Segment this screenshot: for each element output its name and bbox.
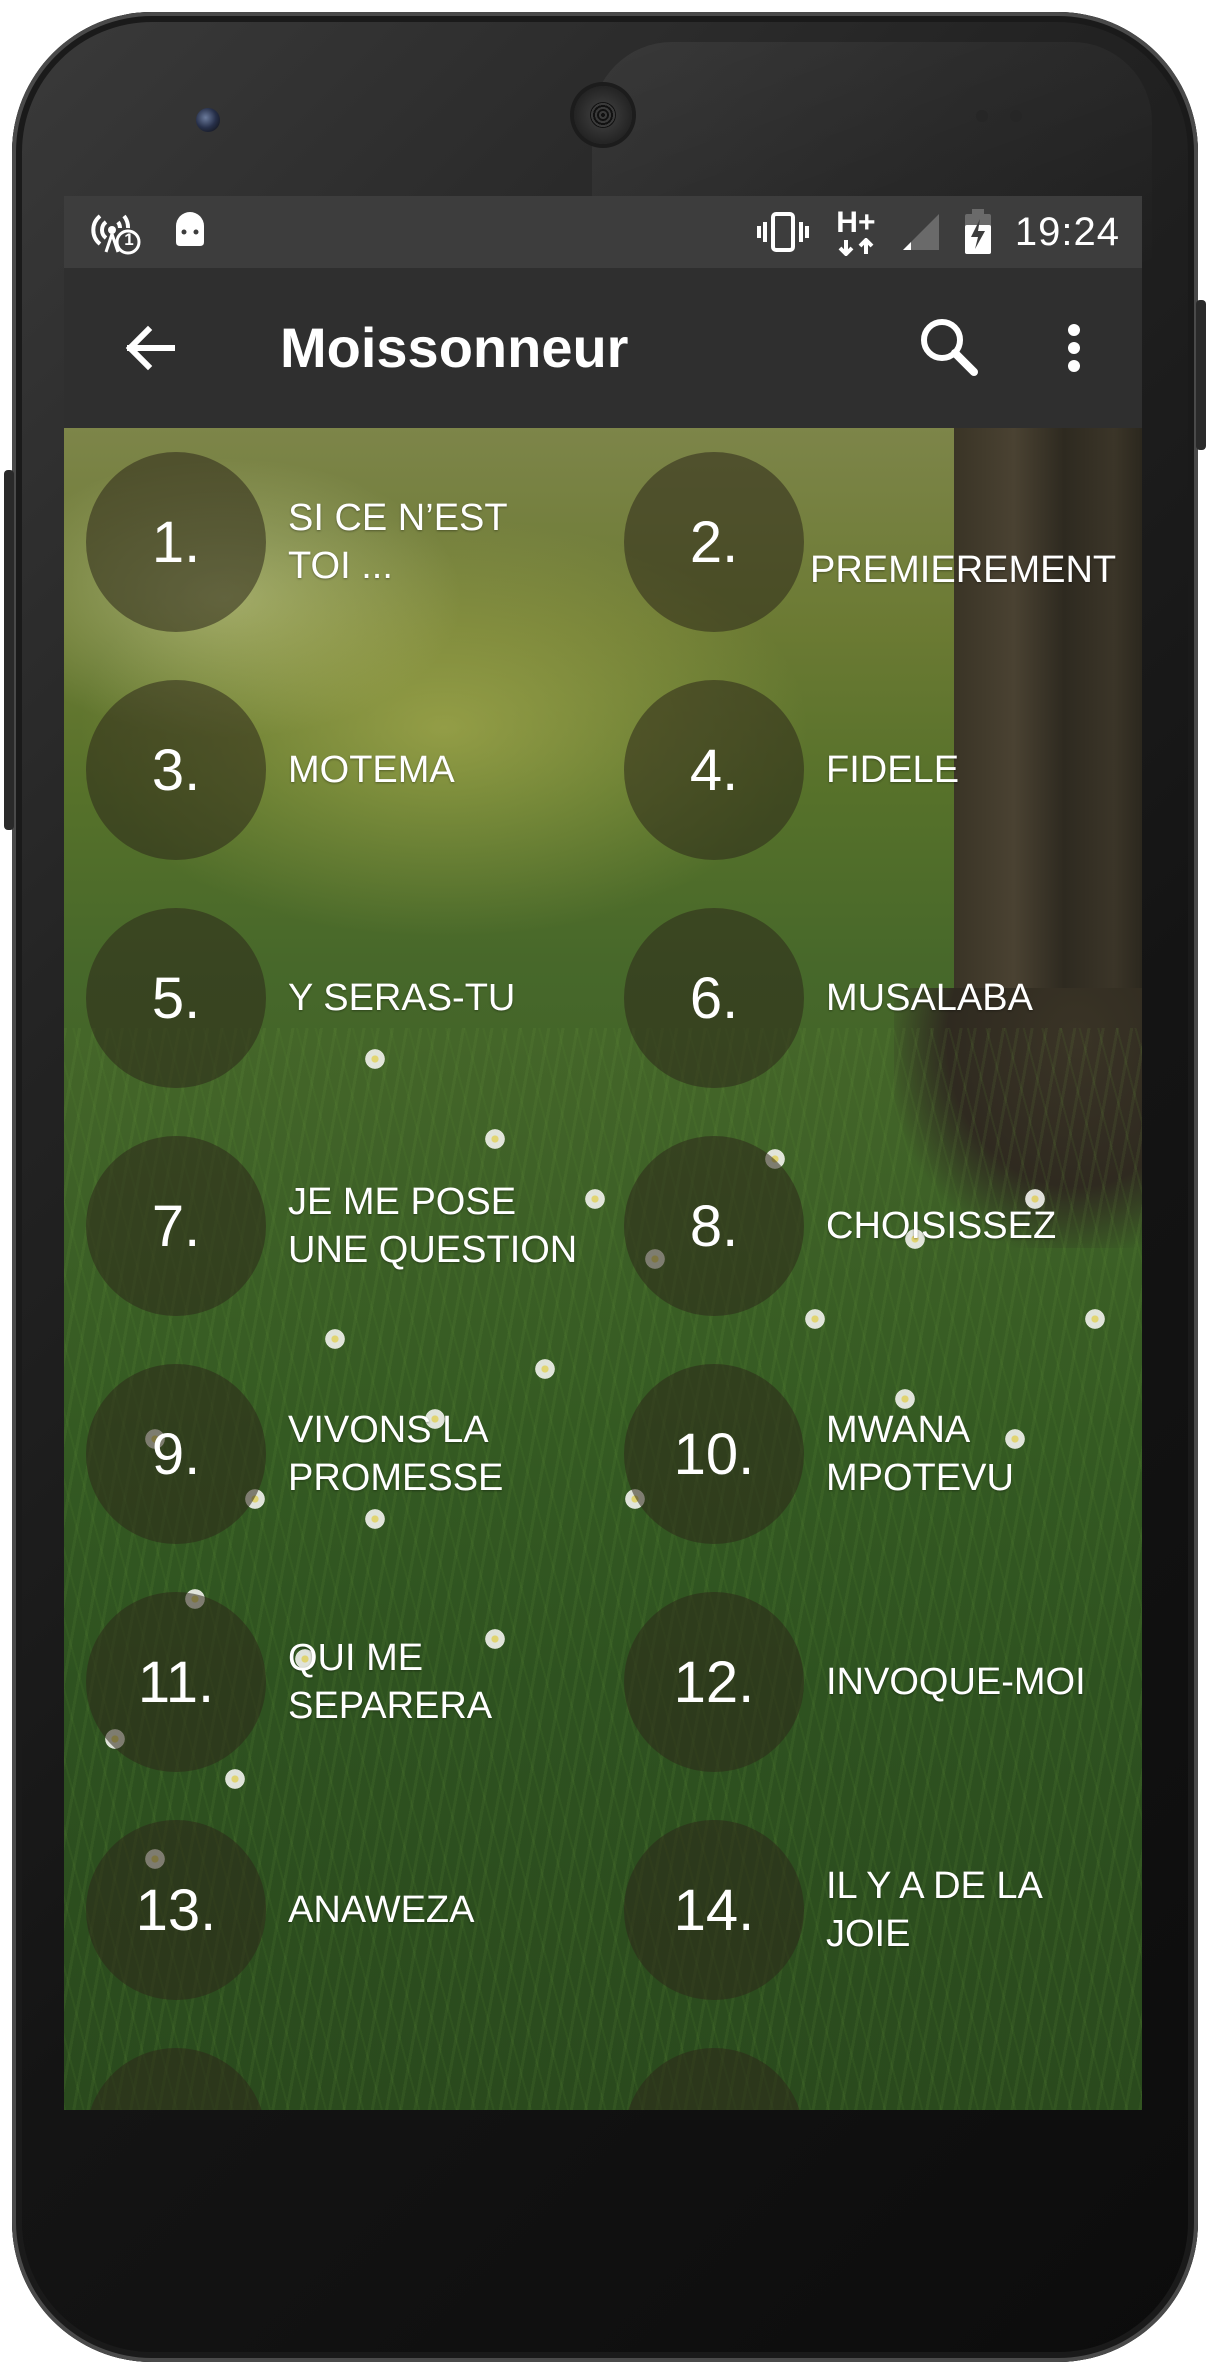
- song-title: CHOISISSEZ: [826, 1205, 1057, 1247]
- song-title: IL Y A DE LA JOIE: [826, 1865, 1043, 1955]
- song-number: 11.: [86, 1592, 266, 1772]
- song-item-partial[interactable]: [64, 2048, 584, 2110]
- song-title: MOTEMA: [288, 749, 455, 791]
- song-item-partial[interactable]: [602, 2048, 1122, 2110]
- song-title: MUSALABA: [826, 977, 1033, 1019]
- vibrate-icon: [755, 210, 811, 254]
- song-number: 10.: [624, 1364, 804, 1544]
- network-arrows-icon: H+: [833, 208, 879, 256]
- song-title: INVOQUE-MOI: [826, 1661, 1086, 1703]
- song-title: QUI ME SEPARERA: [288, 1637, 493, 1727]
- song-number: 3.: [86, 680, 266, 860]
- song-number: 14.: [624, 1820, 804, 2000]
- volume-button: [4, 470, 14, 830]
- song-number: 12.: [624, 1592, 804, 1772]
- signal-icon: [901, 212, 941, 252]
- song-title: Y SERAS-TU: [288, 977, 516, 1019]
- song-item[interactable]: 13. ANAWEZA: [64, 1820, 584, 2000]
- song-title: JE ME POSE UNE QUESTION: [288, 1181, 578, 1271]
- song-title: FIDELE: [826, 749, 960, 791]
- hotspot-icon: 1: [90, 208, 142, 256]
- song-title: MWANA MPOTEVU: [826, 1409, 1014, 1499]
- flower: [324, 1328, 346, 1350]
- song-grid: 1. SI CE N’EST TOI ... 2. PREMIEREMENT 3…: [64, 428, 1142, 2110]
- song-number: 5.: [86, 908, 266, 1088]
- song-number-circle: [86, 2048, 266, 2110]
- song-number-circle: [624, 2048, 804, 2110]
- song-number: 7.: [86, 1136, 266, 1316]
- song-item[interactable]: 1. SI CE N’EST TOI ...: [64, 452, 584, 632]
- song-title: PREMIEREMENT: [810, 549, 1117, 591]
- android-icon: [170, 208, 210, 256]
- song-item[interactable]: 10. MWANA MPOTEVU: [602, 1364, 1122, 1544]
- network-type: H+: [836, 206, 876, 239]
- song-title: SI CE N’EST TOI ...: [288, 497, 508, 587]
- arrow-back-icon[interactable]: [114, 312, 186, 384]
- power-button: [1196, 300, 1206, 450]
- proximity-sensor: [976, 110, 988, 122]
- song-item[interactable]: 3. MOTEMA: [64, 680, 584, 860]
- song-item[interactable]: 11. QUI ME SEPARERA: [64, 1592, 584, 1772]
- song-item[interactable]: 7. JE ME POSE UNE QUESTION: [64, 1136, 584, 1316]
- song-number: 2.: [624, 452, 804, 632]
- song-number: 1.: [86, 452, 266, 632]
- screen: 1 H+ 19:24 Moissonneur 1. SI CE N’EST TO…: [64, 196, 1142, 2110]
- song-title: VIVONS LA PROMESSE: [288, 1409, 504, 1499]
- speaker-grille: [590, 102, 616, 128]
- song-item[interactable]: 5. Y SERAS-TU: [64, 908, 584, 1088]
- light-sensor: [1010, 110, 1022, 122]
- app-title: Moissonneur: [280, 316, 629, 379]
- song-number: 13.: [86, 1820, 266, 2000]
- song-title: ANAWEZA: [288, 1889, 475, 1931]
- song-item[interactable]: 14. IL Y A DE LA JOIE: [602, 1820, 1122, 2000]
- battery-charging-icon: [963, 209, 993, 255]
- front-camera: [196, 108, 220, 132]
- status-bar: 1 H+ 19:24: [64, 196, 1142, 268]
- song-number: 6.: [624, 908, 804, 1088]
- song-number: 4.: [624, 680, 804, 860]
- song-item[interactable]: 2. PREMIEREMENT: [602, 452, 1122, 632]
- app-bar: Moissonneur: [64, 268, 1142, 428]
- search-icon[interactable]: [912, 310, 988, 386]
- more-vert-icon[interactable]: [1054, 310, 1094, 386]
- song-item[interactable]: 9. VIVONS LA PROMESSE: [64, 1364, 584, 1544]
- song-number: 8.: [624, 1136, 804, 1316]
- song-item[interactable]: 12. INVOQUE-MOI: [602, 1592, 1122, 1772]
- song-item[interactable]: 4. FIDELE: [602, 680, 1122, 860]
- song-item[interactable]: 8. CHOISISSEZ: [602, 1136, 1122, 1316]
- song-number: 9.: [86, 1364, 266, 1544]
- status-time: 19:24: [1014, 209, 1120, 254]
- song-item[interactable]: 6. MUSALABA: [602, 908, 1122, 1088]
- notification-count: 1: [124, 230, 134, 249]
